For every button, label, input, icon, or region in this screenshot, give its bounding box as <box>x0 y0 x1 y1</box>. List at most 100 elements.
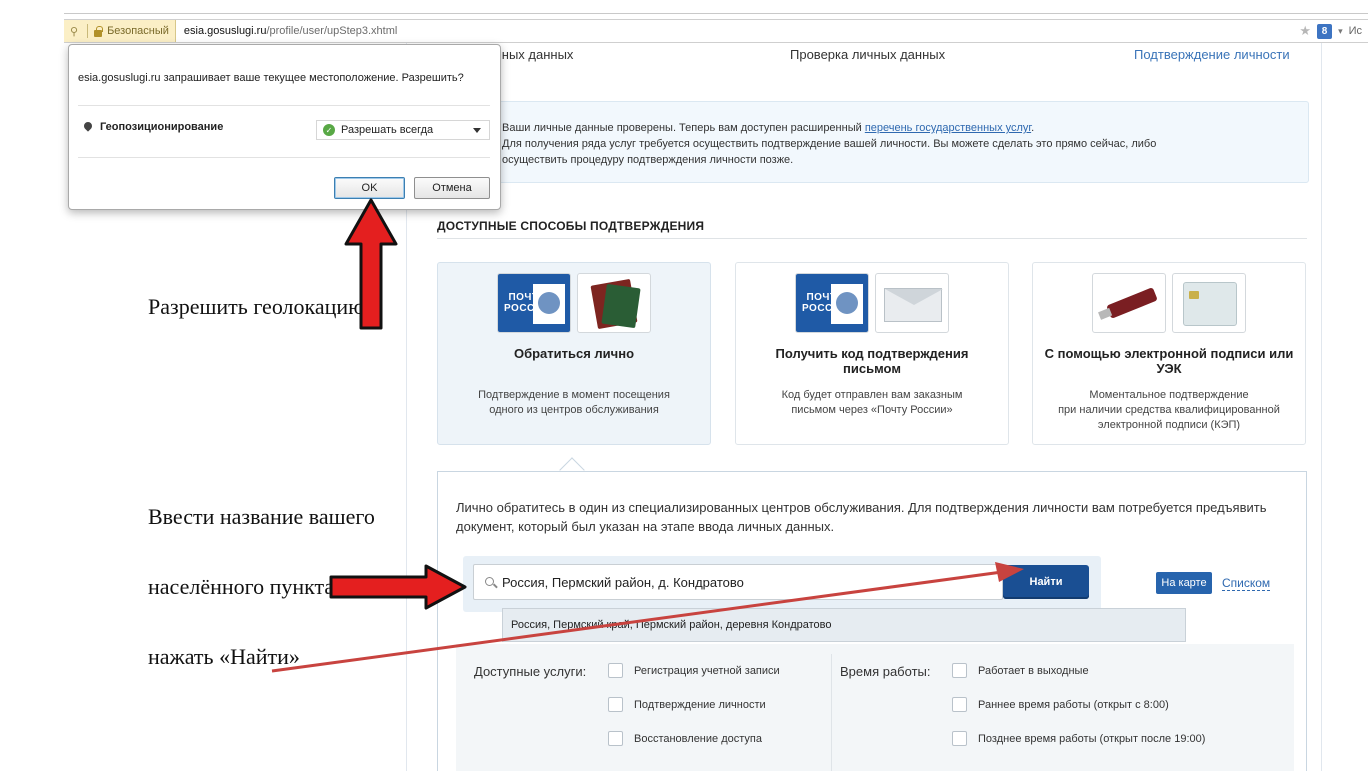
url-text[interactable]: esia.gosuslugi.ru/profile/user/upStep3.x… <box>184 25 397 37</box>
info-text-end: . <box>1031 122 1035 134</box>
method-desc-line-1: Подтверждение в момент посещения <box>478 389 670 401</box>
checkbox-label: Подтверждение личности <box>634 699 766 711</box>
checkbox-label: Восстановление доступа <box>634 733 762 745</box>
info-line-3: осуществить процедуру подтверждения личн… <box>502 154 794 166</box>
services-list-link[interactable]: перечень государственных услуг <box>865 122 1031 134</box>
pochta-logo-bg: ПОЧТА РОССИИ <box>498 274 570 332</box>
security-badge[interactable]: ⚲ Безопасный <box>64 20 176 42</box>
usb-token-image <box>1092 273 1166 333</box>
info-text: Ваши личные данные проверены. Теперь вам… <box>502 122 865 134</box>
permission-select[interactable]: ✓ Разрешать всегда <box>316 120 490 140</box>
services-filter-label: Доступные услуги: <box>474 664 587 679</box>
page-content: чных данных Проверка личных данных Подтв… <box>406 43 1322 771</box>
method-desc-line-1: Моментальное подтверждение <box>1089 389 1249 401</box>
method-by-mail[interactable]: ПОЧТА РОССИИ Получить код подтверждения п… <box>735 262 1009 445</box>
map-view-button[interactable]: На карте <box>1156 572 1212 594</box>
star-icon[interactable]: ★ <box>1299 23 1311 39</box>
checkbox-registration[interactable] <box>608 663 623 678</box>
method-desc: Подтверждение в момент посещения одного … <box>446 388 702 418</box>
checkbox-early-hours[interactable] <box>952 697 967 712</box>
search-instruction-line-3: нажать «Найти» <box>148 644 300 669</box>
envelope-image <box>875 273 949 333</box>
section-title: ДОСТУПНЫЕ СПОСОБЫ ПОДТВЕРЖДЕНИЯ <box>437 219 705 233</box>
method-name: С помощью электронной подписи или УЭК <box>1044 346 1294 376</box>
search-hint[interactable]: Ис <box>1349 25 1362 37</box>
passport-green <box>601 283 641 329</box>
browser-chrome: ⚲ Безопасный esia.gosuslugi.ru/profile/u… <box>0 0 1368 43</box>
service-center-panel: Лично обратитесь в один из специализиров… <box>437 471 1307 771</box>
popup-divider <box>78 105 490 106</box>
geo-pin-icon <box>82 120 94 132</box>
security-label: Безопасный <box>107 25 169 37</box>
step-identity-confirmation: Подтверждение личности <box>1134 47 1290 62</box>
step-verification: Проверка личных данных <box>790 47 946 62</box>
checkbox-label: Регистрация учетной записи <box>634 665 780 677</box>
ok-button[interactable]: OK <box>334 177 405 199</box>
uek-card-image <box>1172 273 1246 333</box>
method-name: Получить код подтверждения письмом <box>775 346 969 376</box>
checkbox-restore-access[interactable] <box>608 731 623 746</box>
checkbox-weekends[interactable] <box>952 663 967 678</box>
method-desc: Моментальное подтверждение при наличии с… <box>1041 388 1297 433</box>
info-message: Ваши личные данные проверены. Теперь вам… <box>489 101 1309 183</box>
url-domain: esia.gosuslugi.ru <box>183 25 267 37</box>
filters-divider <box>831 654 832 771</box>
google-plus-icon[interactable]: 8 <box>1317 23 1333 39</box>
passport-image <box>577 273 651 333</box>
eagle-emblem-icon <box>831 284 863 324</box>
info-line-2: Для получения ряда услуг требуется осуще… <box>502 138 1157 150</box>
method-desc-line-3: электронной подписи (КЭП) <box>1097 419 1241 431</box>
search-instruction-line-1: Ввести название вашего <box>148 504 375 529</box>
address-bar[interactable]: ⚲ Безопасный esia.gosuslugi.ru/profile/u… <box>64 19 1368 43</box>
checkbox-label: Работает в выходные <box>978 665 1089 677</box>
checkbox-identity[interactable] <box>608 697 623 712</box>
section-divider <box>437 238 1307 239</box>
address-bar-right: ★ 8 ▾ Ис <box>1299 23 1368 39</box>
panel-description: Лично обратитесь в один из специализиров… <box>456 500 1267 534</box>
method-desc-line-2: одного из центров обслуживания <box>489 404 659 416</box>
permission-label: Геопозиционирование <box>100 121 224 133</box>
checkbox-label: Позднее время работы (открыт после 19:00… <box>978 733 1206 745</box>
location-search-input[interactable]: Россия, Пермский район, д. Кондратово <box>473 564 1003 600</box>
pochta-logo: ПОЧТА РОССИИ <box>795 273 869 333</box>
geolocation-permission-popup: esia.gosuslugi.ru запрашивает ваше текущ… <box>68 44 501 210</box>
find-button[interactable]: Найти <box>1003 565 1089 599</box>
chevron-down-icon[interactable]: ▾ <box>1338 26 1343 37</box>
pochta-logo-bg: ПОЧТА РОССИИ <box>796 274 868 332</box>
smart-card-icon <box>1183 282 1237 326</box>
method-desc-line-2: письмом через «Почту России» <box>791 404 953 416</box>
method-electronic-signature[interactable]: С помощью электронной подписи или УЭК Мо… <box>1032 262 1306 445</box>
autocomplete-suggestion[interactable]: Россия, Пермский край, Пермский район, д… <box>502 608 1186 642</box>
cancel-button[interactable]: Отмена <box>414 177 490 199</box>
info-line-1: Ваши личные данные проверены. Теперь вам… <box>502 120 1294 136</box>
method-in-person[interactable]: ПОЧТА РОССИИ Обратиться лично Подтвержден… <box>437 262 711 445</box>
permission-select-value: Разрешать всегда <box>341 124 434 136</box>
popup-divider <box>78 157 490 158</box>
method-thumbs: ПОЧТА РОССИИ <box>438 273 710 333</box>
tabstrip-border <box>64 13 1368 14</box>
method-name: Обратиться лично <box>513 346 635 361</box>
method-thumbs: ПОЧТА РОССИИ <box>736 273 1008 333</box>
search-value: Россия, Пермский район, д. Кондратово <box>502 574 744 590</box>
permission-question: esia.gosuslugi.ru запрашивает ваше текущ… <box>78 72 464 84</box>
chevron-down-icon <box>473 128 481 133</box>
step-personal-data: чных данных <box>495 47 574 62</box>
url-path: /profile/user/upStep3.xhtml <box>266 25 398 37</box>
checkmark-icon: ✓ <box>323 124 335 136</box>
geo-instruction: Разрешить геолокацию <box>148 294 365 319</box>
location-pin-icon[interactable]: ⚲ <box>70 25 78 38</box>
method-desc: Код будет отправлен вам заказным письмом… <box>744 388 1000 418</box>
method-desc-line-2: при наличии средства квалифицированной <box>1058 404 1280 416</box>
lock-icon <box>93 25 103 37</box>
eagle-emblem-icon <box>533 284 565 324</box>
checkbox-late-hours[interactable] <box>952 731 967 746</box>
search-icon <box>485 577 494 586</box>
envelope-icon <box>884 288 943 322</box>
pochta-logo: ПОЧТА РОССИИ <box>497 273 571 333</box>
list-view-link[interactable]: Списком <box>1222 576 1271 591</box>
search-instruction-line-2: населённого пункта, <box>148 574 340 599</box>
method-thumbs <box>1033 273 1305 333</box>
method-desc-line-1: Код будет отправлен вам заказным <box>781 389 963 401</box>
usb-token-icon <box>1106 287 1158 319</box>
filters: Доступные услуги: Регистрация учетной за… <box>456 644 1294 771</box>
